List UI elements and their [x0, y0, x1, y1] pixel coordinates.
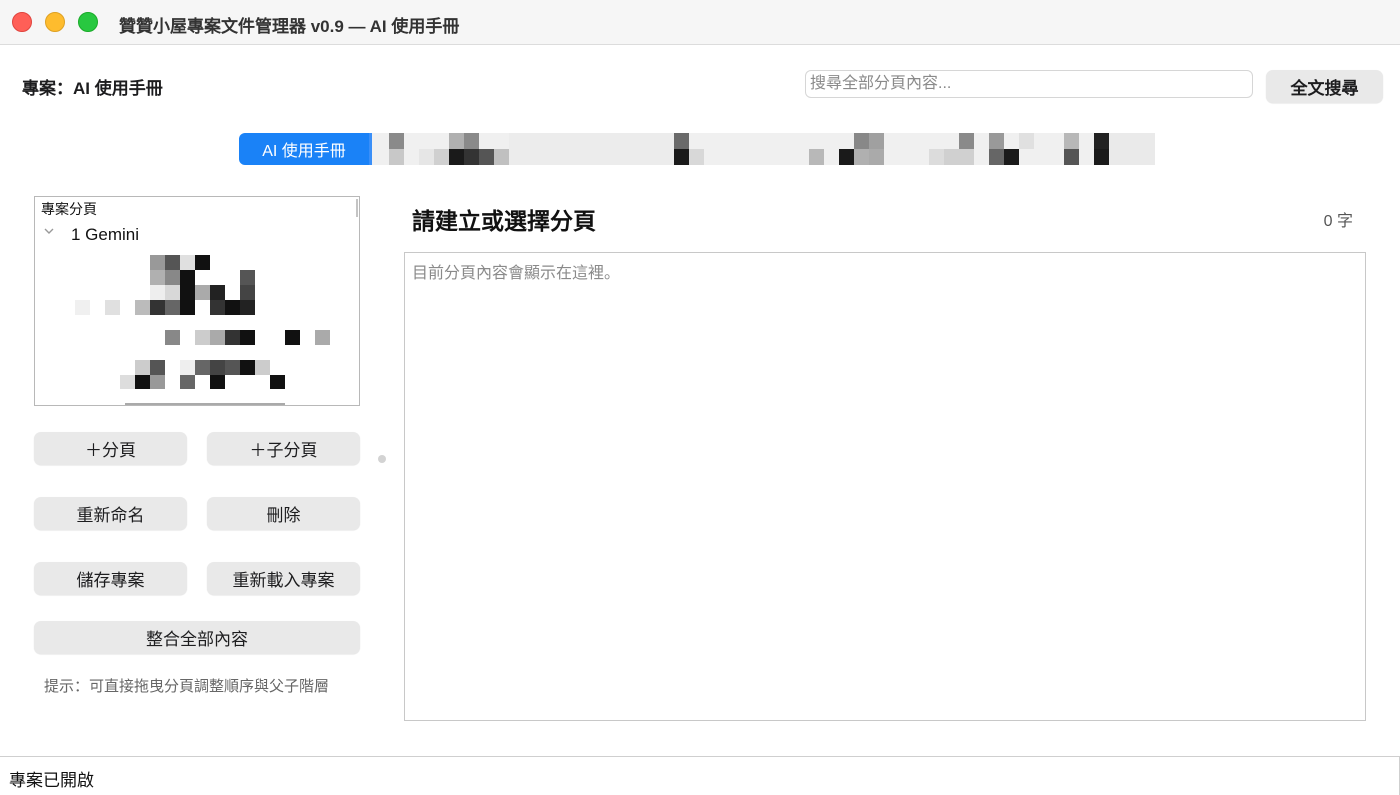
add-child-page-button[interactable]: ＋子分頁	[207, 432, 360, 465]
tab-ai-manual[interactable]: AI 使用手冊	[239, 133, 369, 165]
redacted-tree-items	[75, 255, 330, 389]
title-bar: 贊贊小屋專案文件管理器 v0.9 — AI 使用手冊	[0, 0, 1400, 45]
word-count: 0 字	[1323, 213, 1353, 230]
delete-button[interactable]: 刪除	[207, 497, 360, 530]
add-page-button[interactable]: ＋分頁	[34, 432, 187, 465]
rename-button[interactable]: 重新命名	[34, 497, 187, 530]
page-title: 請建立或選擇分頁	[412, 208, 596, 234]
drag-hint-text: 提示：可直接拖曳分頁調整順序與父子階層	[44, 678, 330, 695]
full-text-search-button[interactable]: 全文搜尋	[1266, 70, 1383, 103]
clipped-tree-item	[125, 403, 285, 405]
status-bar: 專案已開啟	[0, 756, 1400, 795]
tree-item-gemini[interactable]: 1 Gemini	[71, 225, 139, 245]
page-content-editor[interactable]	[404, 252, 1366, 721]
page-tab-bar: AI 使用手冊	[239, 133, 1155, 165]
project-name: AI 使用手冊	[73, 79, 163, 98]
merge-all-content-button[interactable]: 整合全部內容	[34, 621, 360, 654]
maximize-window-button[interactable]	[78, 12, 98, 32]
window-title: 贊贊小屋專案文件管理器 v0.9 — AI 使用手冊	[119, 17, 460, 36]
redacted-tab-labels	[369, 133, 1155, 165]
project-label: 專案：AI 使用手冊	[22, 74, 163, 99]
project-label-prefix: 專案：	[22, 79, 73, 98]
minimize-window-button[interactable]	[45, 12, 65, 32]
save-project-button[interactable]: 儲存專案	[34, 562, 187, 595]
reload-project-button[interactable]: 重新載入專案	[207, 562, 360, 595]
close-window-button[interactable]	[12, 12, 32, 32]
status-text: 專案已開啟	[9, 771, 94, 790]
search-input[interactable]	[805, 70, 1253, 98]
chevron-down-icon[interactable]	[43, 225, 55, 237]
pane-splitter-handle[interactable]	[378, 455, 386, 463]
tree-column-header: 專案分頁	[41, 201, 97, 217]
tree-scrollbar[interactable]	[356, 199, 358, 217]
page-tree[interactable]: 專案分頁 1 Gemini	[34, 196, 360, 406]
